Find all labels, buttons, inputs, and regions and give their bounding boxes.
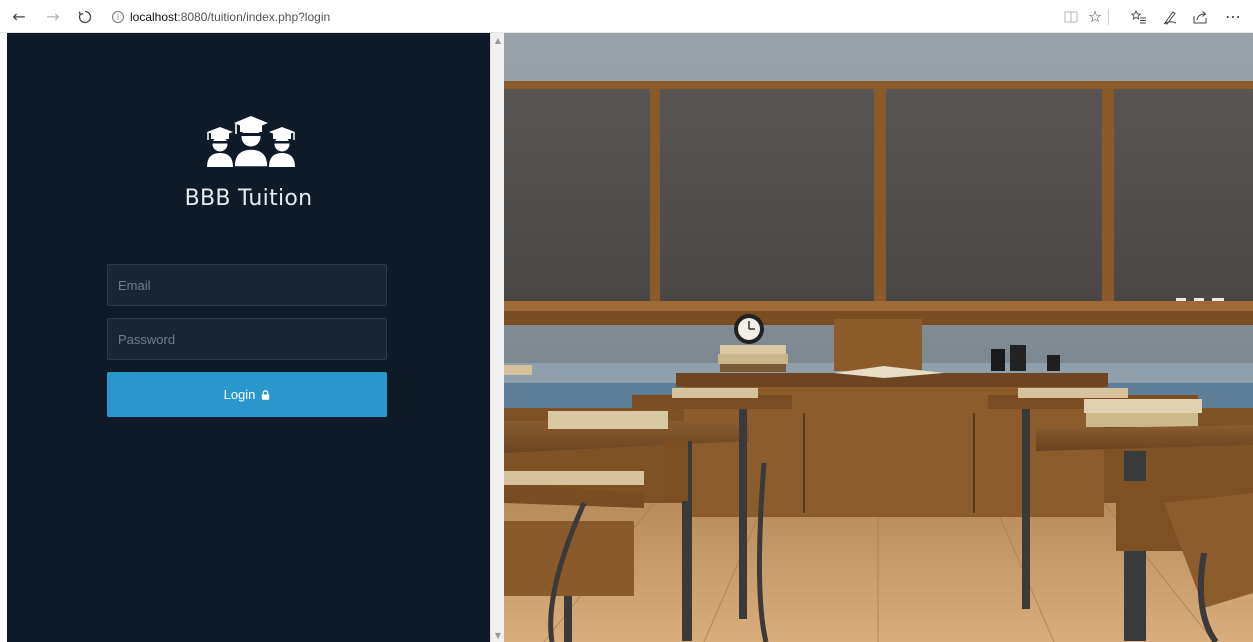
email-field[interactable] <box>107 264 387 306</box>
login-button[interactable]: Login <box>107 372 387 417</box>
share-icon[interactable] <box>1189 6 1211 28</box>
scroll-up-arrow-icon[interactable]: ▲ <box>491 33 505 47</box>
favorites-list-icon[interactable] <box>1128 6 1150 28</box>
vertical-scrollbar[interactable]: ▲ ▼ <box>490 33 504 642</box>
password-field[interactable] <box>107 318 387 360</box>
toolbar-divider <box>1108 9 1109 25</box>
browser-toolbar: ← → i localhost:8080/tuition/index.php?l… <box>0 0 1253 33</box>
classroom-background-image <box>504 33 1253 642</box>
favorite-star-icon[interactable]: ☆ <box>1084 6 1106 28</box>
reading-view-icon[interactable] <box>1060 6 1082 28</box>
scroll-down-arrow-icon[interactable]: ▼ <box>491 628 505 642</box>
url-host: localhost <box>130 10 178 24</box>
address-bar[interactable]: i localhost:8080/tuition/index.php?login <box>112 7 330 27</box>
back-arrow-icon[interactable]: ← <box>8 6 30 28</box>
refresh-icon[interactable] <box>74 6 96 28</box>
graduates-icon <box>196 115 306 168</box>
forward-arrow-icon[interactable]: → <box>42 6 64 28</box>
login-panel: BBB Tuition Login <box>7 33 490 642</box>
more-icon[interactable]: ⋯ <box>1222 6 1244 28</box>
pen-icon[interactable] <box>1159 6 1181 28</box>
lock-icon <box>261 389 270 400</box>
url-path: :8080/tuition/index.php?login <box>177 10 331 24</box>
info-icon[interactable]: i <box>112 11 124 23</box>
login-button-label: Login <box>223 387 256 402</box>
url-text: localhost:8080/tuition/index.php?login <box>130 10 330 24</box>
brand-title: BBB Tuition <box>184 186 313 211</box>
